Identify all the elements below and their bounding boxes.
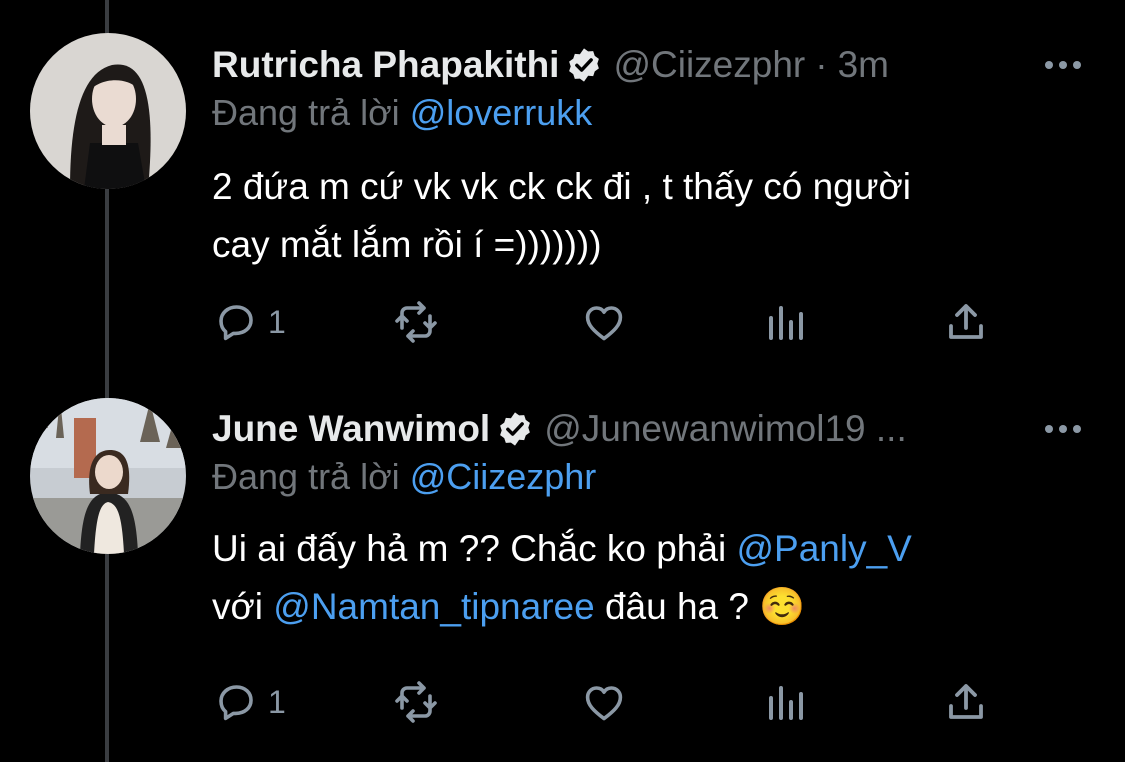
display-name[interactable]: June Wanwimol: [212, 408, 490, 450]
verified-badge-icon: [500, 412, 531, 446]
tweet-text-segment: đâu ha ? ☺️: [594, 586, 806, 627]
replying-to: Đang trả lời @Ciizezphr: [212, 456, 596, 498]
action-bar: 1: [212, 672, 1012, 732]
separator-dot: ·: [815, 44, 828, 85]
replying-prefix: Đang trả lời: [212, 456, 400, 497]
retweet-button[interactable]: [392, 672, 440, 732]
tweet-header: June Wanwimol @Junewanwimol19 ...: [212, 404, 1125, 454]
replying-to: Đang trả lời @loverrukk: [212, 92, 592, 134]
tweet-header: Rutricha Phapakithi @Ciizezphr · 3m: [212, 40, 1125, 90]
replying-mention[interactable]: @loverrukk: [410, 92, 593, 133]
handle[interactable]: @Ciizezphr: [613, 44, 805, 86]
retweet-icon: [395, 681, 437, 723]
replying-prefix: Đang trả lời: [212, 92, 400, 133]
more-icon[interactable]: [1043, 404, 1083, 454]
views-icon: [769, 306, 803, 340]
tweet-text-segment: Ui ai đấy hả m ?? Chắc ko phải: [212, 528, 737, 569]
share-icon: [949, 304, 983, 339]
tweet-text-line: cay mắt lắm rồi í =))))))): [212, 224, 602, 265]
mention-link[interactable]: @Namtan_tipnaree: [273, 586, 594, 627]
avatar[interactable]: [30, 33, 186, 189]
more-icon[interactable]: [1043, 40, 1083, 90]
retweet-button[interactable]: [392, 292, 440, 352]
display-name[interactable]: Rutricha Phapakithi: [212, 44, 559, 86]
timestamp[interactable]: 3m: [838, 44, 889, 86]
tweet-text-line: với @Namtan_tipnaree đâu ha ? ☺️: [212, 578, 1092, 636]
tweet-text-line: Ui ai đấy hả m ?? Chắc ko phải @Panly_V: [212, 520, 1092, 578]
reply-button[interactable]: 1: [212, 672, 286, 732]
mention-link[interactable]: @Panly_V: [736, 528, 911, 569]
share-button[interactable]: [942, 672, 990, 732]
like-icon: [585, 686, 623, 721]
views-button[interactable]: [762, 292, 810, 352]
reply-count: 1: [268, 683, 286, 720]
avatar[interactable]: [30, 398, 186, 554]
like-button[interactable]: [580, 292, 628, 352]
like-icon: [585, 306, 623, 341]
tweet[interactable]: Rutricha Phapakithi @Ciizezphr · 3m Đang…: [0, 0, 1125, 370]
tweet-text-segment: với: [212, 586, 274, 627]
tweet-text: 2 đứa m cứ vk vk ck ck đi , t thấy có ng…: [212, 158, 1092, 274]
like-button[interactable]: [580, 672, 628, 732]
retweet-icon: [395, 301, 437, 343]
reply-button[interactable]: 1: [212, 292, 286, 352]
reply-count: 1: [268, 303, 286, 340]
views-button[interactable]: [762, 672, 810, 732]
reply-icon: [219, 685, 253, 721]
share-button[interactable]: [942, 292, 990, 352]
share-icon: [949, 684, 983, 719]
handle[interactable]: @Junewanwimol19 ...: [544, 408, 907, 450]
verified-badge-icon: [569, 48, 600, 82]
tweet[interactable]: June Wanwimol @Junewanwimol19 ... Đang t…: [0, 370, 1125, 762]
action-bar: 1: [212, 292, 1012, 352]
views-icon: [769, 686, 803, 720]
tweet-text: Ui ai đấy hả m ?? Chắc ko phải @Panly_V …: [212, 520, 1092, 636]
replying-mention[interactable]: @Ciizezphr: [410, 456, 597, 497]
tweet-text-line: 2 đứa m cứ vk vk ck ck đi , t thấy có ng…: [212, 166, 912, 207]
reply-icon: [219, 305, 253, 341]
